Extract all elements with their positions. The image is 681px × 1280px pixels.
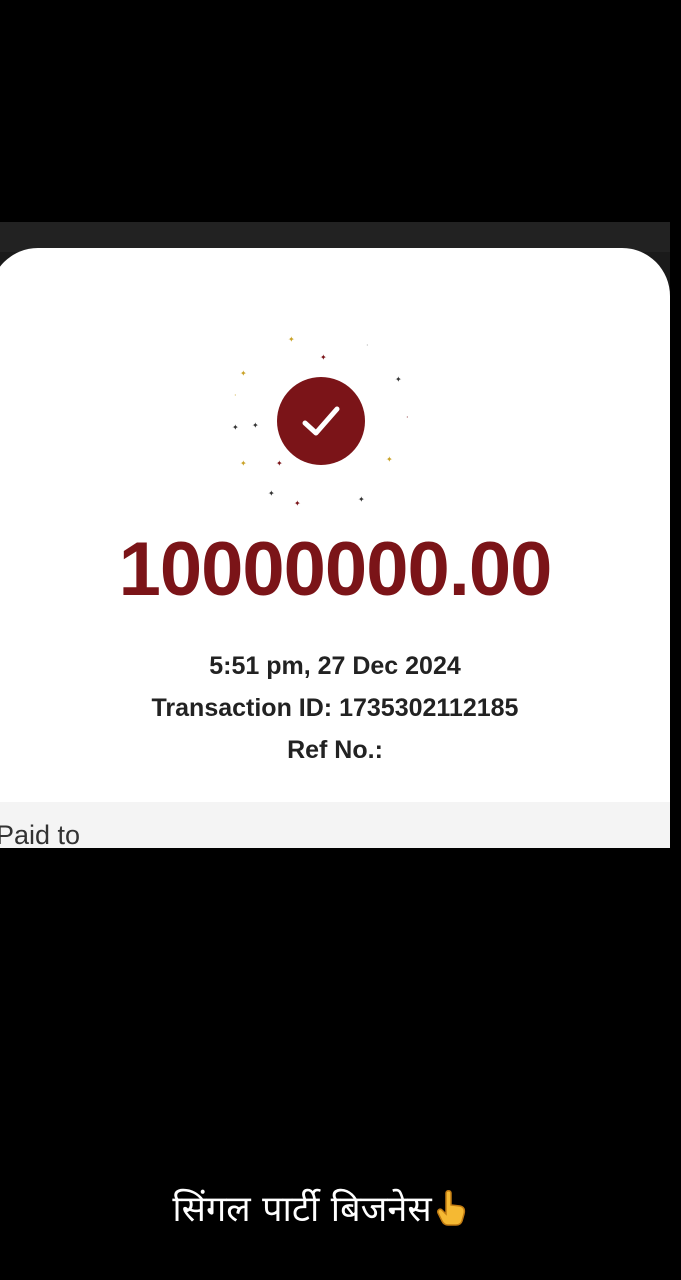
caption: सिंगल पार्टी बिजनेस bbox=[0, 1183, 640, 1232]
sparkle-icon: ✦ bbox=[386, 455, 393, 464]
check-icon bbox=[302, 406, 340, 436]
transaction-id-label: Transaction ID: bbox=[151, 694, 333, 722]
paid-to-section bbox=[0, 802, 670, 848]
transaction-datetime: 5:51 pm, 27 Dec 2024 bbox=[209, 652, 461, 680]
paid-to-label: Paid to bbox=[0, 820, 81, 848]
sparkle-icon: ✦ bbox=[240, 369, 247, 378]
transaction-id-value: 1735302112185 bbox=[339, 694, 519, 722]
sparkle-icon: ✦ bbox=[240, 459, 247, 468]
ref-number: Ref No.: bbox=[287, 736, 383, 764]
receipt-screenshot: ✦ ✦ · ✦ ✦ · ✦ ✦ · ✦ ✦ ✦ ✦ ✦ ✦ 10000000.0… bbox=[0, 222, 670, 848]
sparkle-icon: ✦ bbox=[252, 421, 259, 430]
sparkle-icon: · bbox=[366, 341, 369, 350]
sparkle-icon: ✦ bbox=[276, 459, 283, 468]
amount: 10000000.00 bbox=[118, 527, 553, 612]
sparkle-icon: ✦ bbox=[358, 495, 365, 504]
sparkle-icon: ✦ bbox=[232, 423, 239, 432]
sparkle-icon: ✦ bbox=[320, 353, 327, 362]
sparkle-icon: ✦ bbox=[288, 335, 295, 344]
pointing-hand-up-icon bbox=[434, 1189, 468, 1227]
page: ✦ ✦ · ✦ ✦ · ✦ ✦ · ✦ ✦ ✦ ✦ ✦ ✦ 10000000.0… bbox=[0, 0, 681, 1280]
sparkle-icon: ✦ bbox=[268, 489, 275, 498]
success-check-circle bbox=[277, 377, 365, 465]
sparkle-icon: ✦ bbox=[395, 375, 402, 384]
caption-text: सिंगल पार्टी बिजनेस bbox=[172, 1189, 432, 1230]
sparkle-icon: ✦ bbox=[294, 499, 301, 508]
sparkle-icon: · bbox=[406, 413, 409, 422]
transaction-id-row: Transaction ID: 1735302112185 bbox=[0, 694, 670, 723]
sparkle-icon: · bbox=[234, 391, 237, 400]
success-badge: ✦ ✦ · ✦ ✦ · ✦ ✦ · ✦ ✦ ✦ ✦ ✦ ✦ bbox=[220, 330, 420, 520]
